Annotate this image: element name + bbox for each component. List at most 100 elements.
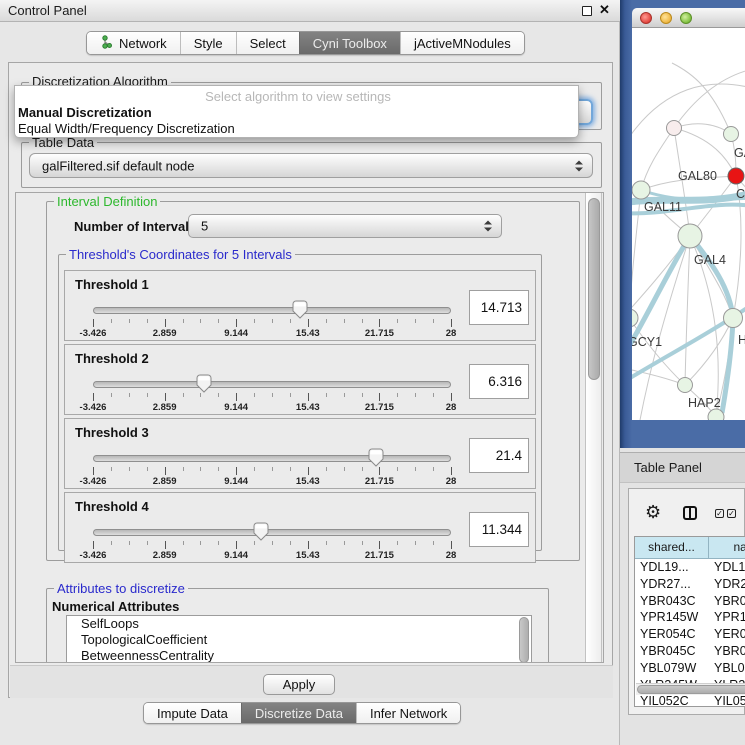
table-row[interactable]: YER054CYER054C xyxy=(635,626,745,643)
threshold-value-field[interactable]: 6.316 xyxy=(469,364,529,399)
table-hscrollbar[interactable] xyxy=(636,683,745,695)
network-node-gcy1[interactable] xyxy=(632,309,638,327)
network-edge[interactable] xyxy=(685,236,690,385)
table-header-cell[interactable]: shared... xyxy=(635,537,709,559)
table-row[interactable]: YDL19...YDL19... xyxy=(635,559,745,576)
tick-mark xyxy=(129,541,130,545)
table-panel-titlebar: Table Panel xyxy=(620,452,745,483)
network-edge-highlighted[interactable] xyxy=(722,318,733,413)
table-row[interactable]: YBL079WYBL079W xyxy=(635,660,745,677)
table-row[interactable]: YIL052CYIL052C xyxy=(635,693,745,707)
numerical-attributes-label: Numerical Attributes xyxy=(52,599,179,614)
popup-item-placeholder[interactable]: Select algorithm to view settings xyxy=(15,89,578,105)
threshold-label: Threshold 2 xyxy=(75,351,149,366)
tick-mark xyxy=(397,319,398,323)
network-node-gal11[interactable] xyxy=(632,181,650,199)
network-node-h[interactable] xyxy=(724,309,743,328)
cyni-toolbox-panel: Discretization Algorithm Select algorith… xyxy=(8,62,613,698)
settings-scrollbar-thumb[interactable] xyxy=(588,198,600,380)
tick-label: 21.715 xyxy=(365,550,394,561)
table-data-combo[interactable]: galFiltered.sif default node xyxy=(29,153,593,178)
slider-thumb[interactable] xyxy=(196,374,212,393)
checkbox-icon[interactable]: ✓ xyxy=(727,509,736,518)
table-cell: YPR145W xyxy=(709,609,745,626)
tab-select[interactable]: Select xyxy=(236,32,299,54)
attributes-scrollbar[interactable] xyxy=(519,617,529,663)
network-node-ga[interactable] xyxy=(724,127,739,142)
attribute-item[interactable]: BetweennessCentrality xyxy=(67,648,531,663)
num-intervals-spinner[interactable]: 5 xyxy=(188,214,502,238)
tick-mark xyxy=(200,319,201,323)
minimize-traffic-light[interactable] xyxy=(660,12,672,24)
network-node[interactable] xyxy=(708,409,724,420)
tick-mark xyxy=(415,467,416,471)
table-row[interactable]: YBR043CYBR043C xyxy=(635,593,745,610)
attribute-item[interactable]: TopologicalCoefficient xyxy=(67,632,531,648)
checkbox-icon[interactable]: ✓ xyxy=(715,509,724,518)
tick-mark xyxy=(200,467,201,471)
network-edge[interactable] xyxy=(641,128,674,190)
table-row[interactable]: YPR145WYPR145W xyxy=(635,609,745,626)
tab-discretize-data[interactable]: Discretize Data xyxy=(241,703,356,723)
network-edge[interactable] xyxy=(674,68,745,128)
spinner-updown-icon xyxy=(484,221,492,232)
threshold-panel: Threshold 1-3.4262.8599.14415.4321.71528… xyxy=(64,270,536,341)
network-window-titlebar xyxy=(632,8,745,28)
popup-item-plain[interactable]: Equal Width/Frequency Discretization xyxy=(15,121,578,137)
column-view-icon[interactable] xyxy=(683,506,697,520)
network-canvas[interactable]: GAL80GACGAL11GAL4GCY1HHAP2 xyxy=(632,28,745,420)
table-cell: YBR045C xyxy=(635,643,709,660)
slider-track[interactable] xyxy=(93,529,451,536)
slider-track[interactable] xyxy=(93,455,451,462)
threshold-value-field[interactable]: 21.4 xyxy=(469,438,529,473)
tick-mark xyxy=(165,467,166,475)
network-node-gal4[interactable] xyxy=(678,224,702,248)
close-traffic-light[interactable] xyxy=(640,12,652,24)
table-hscrollbar-thumb[interactable] xyxy=(637,685,745,694)
gear-icon[interactable]: ⚙ xyxy=(645,503,661,521)
tick-mark xyxy=(362,467,363,471)
slider-thumb[interactable] xyxy=(292,300,308,319)
slider-track[interactable] xyxy=(93,381,451,388)
bottom-tab-bar: Impute Data Discretize DataInfer Network xyxy=(143,702,461,724)
settings-scrollbar-track[interactable] xyxy=(585,193,602,662)
slider-thumb[interactable] xyxy=(368,448,384,467)
table-panel: ⚙ ✓ ✓ shared...name YDL19...YDL19...YDR2… xyxy=(628,488,745,715)
network-node-gal80[interactable] xyxy=(667,121,682,136)
slider-thumb[interactable] xyxy=(253,522,269,541)
attribute-item[interactable]: SelfLoops xyxy=(67,616,531,632)
tab-cyni-toolbox[interactable]: Cyni Toolbox xyxy=(299,32,400,54)
zoom-traffic-light[interactable] xyxy=(680,12,692,24)
close-icon[interactable]: ✕ xyxy=(599,2,610,18)
table-header-cell[interactable]: name xyxy=(709,537,745,559)
tick-mark xyxy=(344,541,345,545)
tick-mark xyxy=(433,393,434,397)
tick-mark xyxy=(433,467,434,471)
apply-button[interactable]: Apply xyxy=(263,674,335,695)
tick-mark xyxy=(165,393,166,401)
tab-network[interactable]: Network xyxy=(87,32,180,54)
network-node-hap2[interactable] xyxy=(678,378,693,393)
popup-item-bold[interactable]: Manual Discretization xyxy=(15,105,578,121)
tick-mark xyxy=(362,541,363,545)
network-edge[interactable] xyxy=(674,124,731,134)
tab-infer-network[interactable]: Infer Network xyxy=(356,703,460,723)
table-row[interactable]: YDR27...YDR27... xyxy=(635,576,745,593)
tick-mark xyxy=(433,541,434,545)
float-window-icon[interactable] xyxy=(582,6,592,16)
tick-mark xyxy=(183,393,184,397)
table-cell: YBR045C xyxy=(709,643,745,660)
tab-label: Impute Data xyxy=(157,706,228,721)
network-node-c[interactable] xyxy=(728,168,744,184)
tick-mark xyxy=(129,393,130,397)
tab-impute-data[interactable]: Impute Data xyxy=(144,703,241,723)
tick-label: 2.859 xyxy=(153,476,177,487)
table-cell: YDL19... xyxy=(635,559,709,576)
tab-style[interactable]: Style xyxy=(180,32,236,54)
table-row[interactable]: YBR045CYBR045C xyxy=(635,643,745,660)
tab-jactivemnodules[interactable]: jActiveMNodules xyxy=(400,32,524,54)
threshold-value-field[interactable]: 11.344 xyxy=(469,512,529,547)
tick-mark xyxy=(379,393,380,401)
slider-track[interactable] xyxy=(93,307,451,314)
threshold-value-field[interactable]: 14.713 xyxy=(469,290,529,325)
